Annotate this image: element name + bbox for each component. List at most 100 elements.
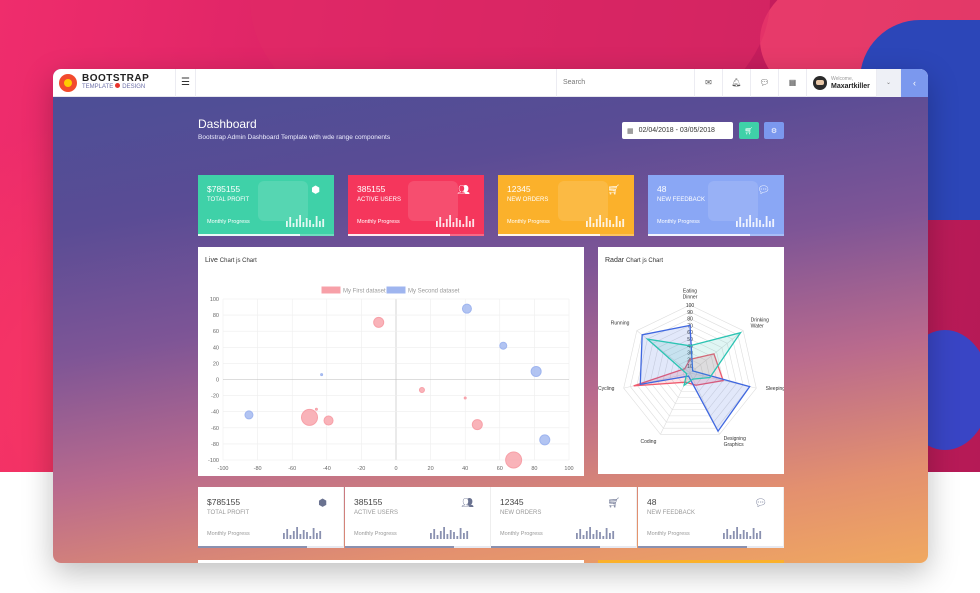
- spark-bar: [736, 221, 738, 227]
- progress-bar: [648, 234, 750, 236]
- y-tick-label: 0: [216, 378, 219, 384]
- scatter-point[interactable]: [373, 316, 385, 328]
- spark-bar: [749, 215, 751, 227]
- scatter-point[interactable]: [418, 386, 425, 393]
- scatter-point[interactable]: [320, 373, 324, 377]
- scatter-point[interactable]: [244, 410, 254, 420]
- next-panel-edge: [598, 560, 784, 563]
- brand-sub-left: TEMPLATE: [82, 83, 114, 90]
- sparkline: [723, 527, 762, 539]
- hamburger-icon[interactable]: ☰: [176, 69, 196, 97]
- radar-axis-label: Sleeping: [766, 386, 784, 392]
- sidebar-collapse-button[interactable]: ‹: [901, 69, 928, 97]
- grid-icon[interactable]: ▦: [779, 69, 807, 97]
- spark-bar: [592, 534, 595, 539]
- bell-icon[interactable]: 🔔︎: [723, 69, 751, 97]
- scatter-chart[interactable]: -100 -80 -60 -40 -20 0 20 40 60 80 100 100 80 60 40 20 0…: [198, 247, 584, 476]
- progress-label: Monthly Progress: [507, 219, 550, 225]
- spark-bar: [576, 533, 578, 539]
- share-icon: ⚙: [770, 127, 778, 135]
- progress-bar: [498, 234, 600, 236]
- spark-bar: [585, 531, 588, 539]
- x-tick-label: -80: [254, 466, 262, 472]
- cart-button[interactable]: 🛒︎: [739, 122, 759, 139]
- spark-bar: [309, 220, 311, 227]
- brand-name: BOOTSTRAP: [82, 72, 150, 84]
- spark-bar: [286, 221, 288, 227]
- scatter-point[interactable]: [323, 415, 334, 426]
- spark-bar: [752, 528, 755, 539]
- stat-card[interactable]: 385155 ACTIVE USERS Monthly Progress 👥︎: [348, 175, 484, 236]
- envelope-icon[interactable]: ✉: [695, 69, 723, 97]
- stat-card[interactable]: 385155 ACTIVE USERS Monthly Progress 👥︎: [345, 487, 491, 548]
- spark-bar: [742, 223, 745, 227]
- progress-bar: [345, 546, 454, 548]
- scatter-point[interactable]: [499, 341, 508, 350]
- spark-bar: [599, 215, 601, 227]
- scatter-point[interactable]: [539, 434, 551, 446]
- chat-icon[interactable]: 💬︎: [751, 69, 779, 97]
- progress-label: Monthly Progress: [207, 531, 250, 537]
- radar-chart[interactable]: 102030405060708090100EatingDinnerDrinkin…: [598, 247, 784, 474]
- live-chart-panel: Live Chart js Chart -100 -80 -60 -40 -20 0 20 4…: [198, 247, 584, 476]
- x-tick-label: -40: [323, 466, 331, 472]
- date-range-picker[interactable]: ▦ 02/04/2018 - 03/05/2018: [622, 122, 733, 139]
- x-tick-label: 100: [564, 466, 573, 472]
- spark-bar: [292, 223, 295, 227]
- scatter-point[interactable]: [505, 451, 523, 469]
- spark-bar: [469, 221, 471, 227]
- spark-bar: [739, 534, 742, 539]
- spark-bar: [455, 218, 458, 227]
- scatter-point[interactable]: [314, 407, 318, 411]
- scatter-point[interactable]: [471, 419, 483, 431]
- page-subtitle: Bootstrap Admin Dashboard Template with …: [198, 134, 391, 141]
- radar-axis-label: Designing Graphics: [724, 436, 746, 448]
- spark-bar: [772, 219, 775, 227]
- welcome-text: Welcome,: [831, 75, 854, 82]
- spark-bar: [319, 221, 321, 227]
- spark-bar: [732, 531, 735, 539]
- user-menu[interactable]: Welcome, Maxartkiller: [807, 69, 877, 97]
- stat-card[interactable]: 12345 NEW ORDERS Monthly Progress 🛒︎: [498, 175, 634, 236]
- search-input[interactable]: Search: [556, 69, 695, 97]
- progress-label: Monthly Progress: [500, 531, 543, 537]
- scatter-point[interactable]: [530, 365, 542, 377]
- spark-bar: [459, 528, 462, 539]
- stat-card[interactable]: $785155 TOTAL PROFIT Monthly Progress ⬢: [198, 175, 334, 236]
- spark-bar: [609, 220, 611, 227]
- spark-bar: [312, 528, 315, 539]
- stat-value: 385155: [354, 497, 383, 507]
- legend-swatch: [321, 286, 341, 294]
- spark-bar: [736, 527, 738, 539]
- stat-card[interactable]: 48 NEW FEEDBACK Monthly Progress 💬︎: [638, 487, 784, 548]
- cart-icon: 🛒︎: [607, 498, 620, 509]
- spark-bar: [449, 530, 452, 539]
- legend-label[interactable]: My First dataset: [343, 289, 386, 295]
- stat-card[interactable]: 48 NEW FEEDBACK Monthly Progress 💬︎: [648, 175, 784, 236]
- scatter-point[interactable]: [463, 396, 467, 400]
- spark-bar: [609, 533, 611, 539]
- stat-card[interactable]: 12345 NEW ORDERS Monthly Progress 🛒︎: [491, 487, 637, 548]
- brand-logo[interactable]: BOOTSTRAP TEMPLATE DESIGN: [53, 69, 176, 97]
- chevron-down-icon[interactable]: ⌄: [877, 69, 901, 97]
- spark-bar: [286, 529, 289, 539]
- spark-bar: [456, 536, 459, 539]
- spark-bar: [459, 220, 461, 227]
- spark-bar: [305, 218, 308, 227]
- spark-bar: [586, 221, 588, 227]
- spark-bar: [453, 532, 455, 539]
- legend-swatch: [386, 286, 406, 294]
- spark-bar: [296, 527, 298, 539]
- x-tick-label: 80: [531, 466, 537, 472]
- brand-sub-right: DESIGN: [122, 83, 146, 90]
- scatter-point[interactable]: [301, 408, 318, 426]
- spark-bar: [439, 217, 442, 227]
- sparkline: [430, 527, 469, 539]
- radial-tick-label: 100: [686, 303, 695, 309]
- scatter-point[interactable]: [461, 303, 472, 314]
- page-title: Dashboard: [198, 117, 257, 131]
- comments-icon: 💬︎: [757, 185, 770, 196]
- stat-card[interactable]: $785155 TOTAL PROFIT Monthly Progress ⬢: [198, 487, 344, 548]
- share-button[interactable]: ⚙: [764, 122, 784, 139]
- legend-label[interactable]: My Second dataset: [408, 289, 460, 295]
